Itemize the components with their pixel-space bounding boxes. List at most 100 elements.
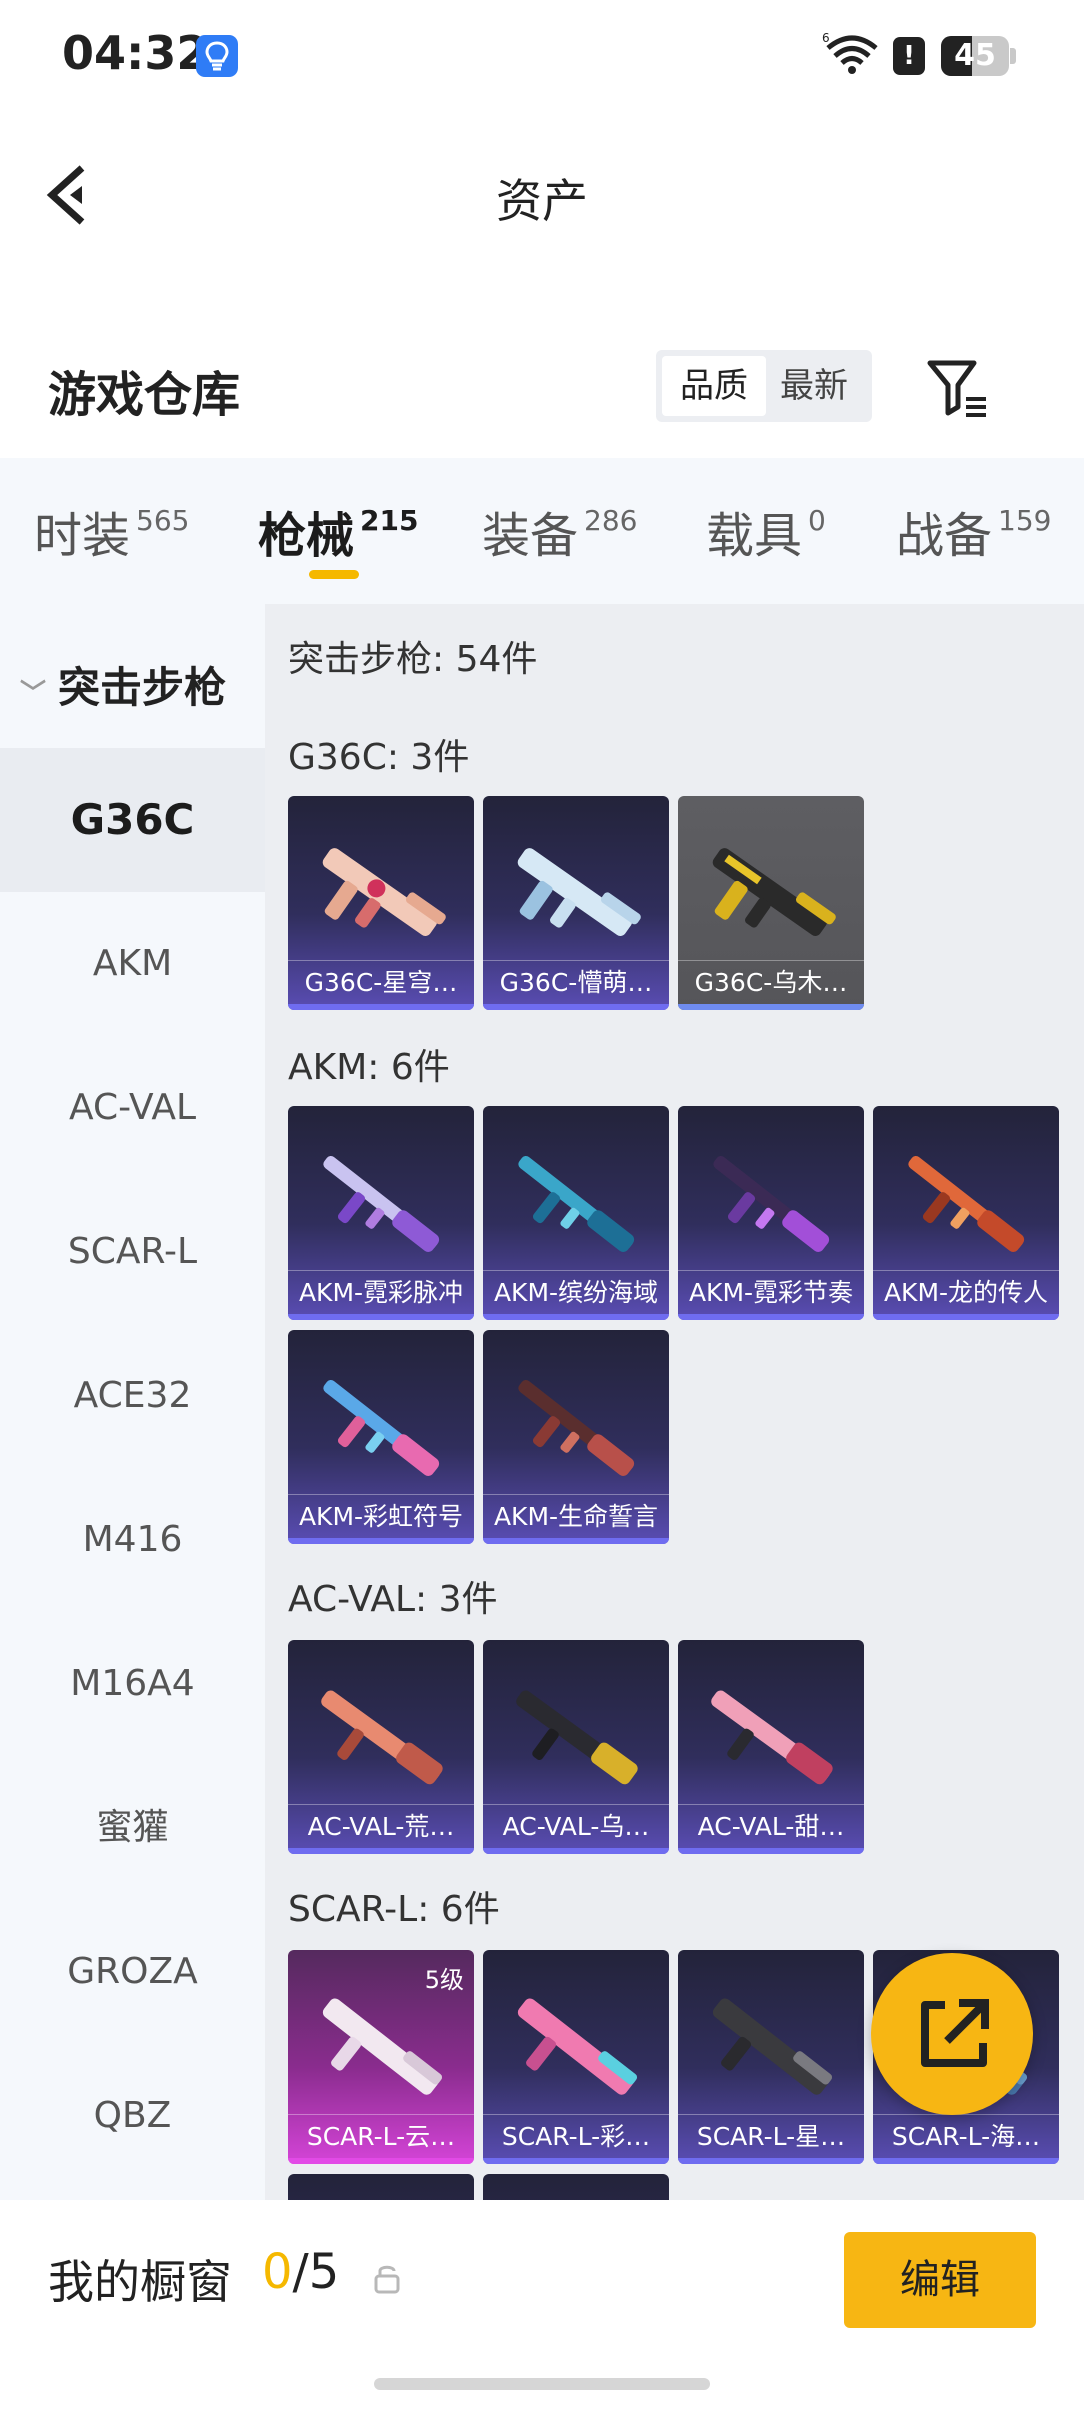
sidebar-group-header[interactable]: ﹀ 突击步枪 [20, 654, 226, 715]
weapon-tile[interactable]: AKM-缤纷海域 [483, 1106, 669, 1320]
tab-count: 565 [136, 504, 190, 537]
warehouse-title: 游戏仓库 [48, 367, 241, 423]
rifle-icon [518, 1380, 635, 1476]
tab-count: 215 [360, 504, 419, 537]
rifle-icon [323, 1156, 440, 1252]
sidebar-item-ace32[interactable]: ACE32 [0, 1324, 265, 1468]
weapon-tile[interactable]: G36C-星穹… [288, 796, 474, 1010]
sidebar-item-m16a4[interactable]: M16A4 [0, 1612, 265, 1756]
showcase-bar: 我的橱窗 0/5 编辑 [0, 2200, 1084, 2412]
home-indicator[interactable] [374, 2378, 710, 2390]
tab-equipment[interactable]: 装备 286 [482, 496, 637, 566]
group-title-ac-val: AC-VAL: 3件 [288, 1579, 498, 1620]
sidebar-group-label: 突击步枪 [58, 663, 227, 712]
weapon-name: AKM-龙的传人 [873, 1270, 1059, 1314]
chevron-down-icon: ﹀ [20, 679, 47, 709]
weapon-tile[interactable]: AC-VAL-荒… [288, 1640, 474, 1854]
showcase-label: 我的橱窗 [48, 2255, 232, 2309]
weapon-tile[interactable]: G36C-乌木… [678, 796, 864, 1010]
group-title-g36c: G36C: 3件 [288, 737, 470, 778]
sidebar-item-g36c[interactable]: G36C [0, 748, 265, 892]
sidebar-item-akm[interactable]: AKM [0, 892, 265, 1036]
rifle-icon [711, 1690, 833, 1785]
lightbulb-notification-icon [196, 35, 238, 77]
sidebar-item-honey-badger[interactable]: 蜜獾 [0, 1756, 265, 1900]
weapon-tile[interactable]: SCAR-L-星… [678, 1950, 864, 2164]
weapon-name: AC-VAL-乌… [483, 1804, 669, 1848]
weapon-name: SCAR-L-彩… [483, 2114, 669, 2158]
tab-label: 载具 [706, 508, 803, 564]
sort-toggle: 品质 最新 [656, 350, 872, 422]
weapon-tile[interactable]: AC-VAL-乌… [483, 1640, 669, 1854]
tab-label: 战备 [896, 508, 993, 564]
rifle-icon [517, 848, 641, 936]
rifle-icon [322, 1998, 443, 2095]
weapon-name: AKM-生命誓言 [483, 1494, 669, 1538]
weapon-name: SCAR-L-星… [678, 2114, 864, 2158]
active-tab-indicator [309, 570, 359, 579]
tab-fashion[interactable]: 时装 565 [34, 496, 189, 566]
tab-vehicles[interactable]: 载具 0 [706, 496, 826, 566]
weapon-name: AC-VAL-甜… [678, 1804, 864, 1848]
weapon-name: AC-VAL-荒… [288, 1804, 474, 1848]
weapon-sidebar: ﹀ 突击步枪 G36C AKM AC-VAL SCAR-L ACE32 M416 … [0, 604, 265, 2200]
sidebar-item-ac-val[interactable]: AC-VAL [0, 1036, 265, 1180]
weapon-tile[interactable]: SCAR-L-彩… [483, 1950, 669, 2164]
page-title: 资产 [496, 174, 588, 228]
category-total: 突击步枪: 54件 [288, 639, 538, 680]
weapon-name: AKM-霓彩脉冲 [288, 1270, 474, 1314]
category-tabs: 时装 565 枪械 215 装备 286 载具 0 战备 159 [0, 458, 1084, 604]
showcase-current: 0 [262, 2244, 293, 2300]
rifle-icon [516, 1690, 638, 1785]
weapon-name: AKM-缤纷海域 [483, 1270, 669, 1314]
lock-icon [372, 2262, 402, 2294]
sidebar-item-m416[interactable]: M416 [0, 1468, 265, 1612]
wifi-6-icon: 6 [822, 30, 882, 80]
weapon-name: SCAR-L-云… [288, 2114, 474, 2158]
tab-firearms[interactable]: 枪械 215 [258, 496, 418, 566]
rifle-icon [713, 1156, 830, 1252]
rifle-icon [323, 1380, 440, 1476]
tab-label: 枪械 [258, 508, 355, 564]
filter-icon[interactable] [924, 355, 990, 421]
weapon-name: G36C-懵萌… [483, 960, 669, 1004]
weapon-tile[interactable]: AC-VAL-甜… [678, 1640, 864, 1854]
tab-count: 159 [998, 504, 1052, 537]
group-title-akm: AKM: 6件 [288, 1047, 450, 1088]
weapon-tile[interactable] [288, 2174, 474, 2200]
sort-quality-button[interactable]: 品质 [662, 356, 766, 416]
alert-icon: ! [893, 37, 925, 75]
sort-latest-button[interactable]: 最新 [762, 356, 866, 416]
weapon-tile[interactable]: AKM-生命誓言 [483, 1330, 669, 1544]
tab-supplies[interactable]: 战备 159 [896, 496, 1051, 566]
tab-count: 286 [584, 504, 638, 537]
showcase-count: 0/5 [262, 2244, 339, 2300]
group-title-scar-l: SCAR-L: 6件 [288, 1889, 500, 1930]
weapon-tile[interactable]: 5级 SCAR-L-云… [288, 1950, 474, 2164]
weapon-name: G36C-乌木… [678, 960, 864, 1004]
tab-label: 时装 [34, 508, 131, 564]
tab-label: 装备 [482, 508, 579, 564]
weapon-tile[interactable] [483, 2174, 669, 2200]
weapon-tile[interactable]: AKM-霓彩节奏 [678, 1106, 864, 1320]
sidebar-item-qbz[interactable]: QBZ [0, 2044, 265, 2188]
battery-percent: 45 [954, 38, 996, 73]
weapon-name: SCAR-L-海… [873, 2114, 1059, 2158]
sidebar-item-groza[interactable]: GROZA [0, 1900, 265, 2044]
rifle-icon [518, 1156, 635, 1252]
weapon-tile[interactable]: AKM-龙的传人 [873, 1106, 1059, 1320]
weapon-tile[interactable]: AKM-霓彩脉冲 [288, 1106, 474, 1320]
share-external-icon [921, 1999, 989, 2067]
rifle-icon [321, 1690, 443, 1785]
rifle-icon [712, 848, 836, 936]
status-time: 04:32 [62, 26, 209, 80]
rifle-icon [322, 848, 446, 936]
weapon-name: G36C-星穹… [288, 960, 474, 1004]
sidebar-item-scar-l[interactable]: SCAR-L [0, 1180, 265, 1324]
share-fab-button[interactable] [871, 1953, 1033, 2115]
rifle-icon [712, 1998, 833, 2095]
battery-icon: 45 [941, 36, 1016, 76]
edit-button[interactable]: 编辑 [844, 2232, 1036, 2328]
weapon-tile[interactable]: G36C-懵萌… [483, 796, 669, 1010]
weapon-tile[interactable]: AKM-彩虹符号 [288, 1330, 474, 1544]
